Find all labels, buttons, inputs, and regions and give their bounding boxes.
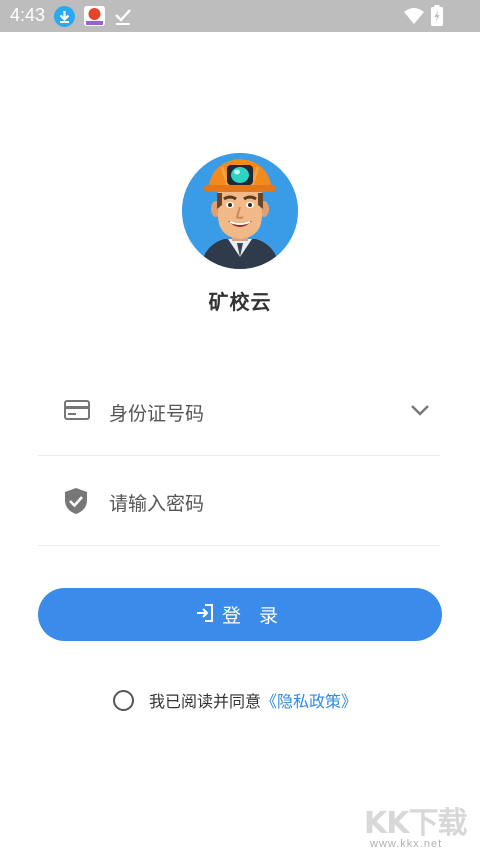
watermark-logo: KK下载 [364, 806, 467, 841]
password-field[interactable]: 请输入密码 [38, 456, 440, 546]
watermark: KK下载 www.kkx.net [360, 796, 478, 854]
app-logo [182, 153, 298, 269]
agreement-radio[interactable] [113, 689, 134, 711]
privacy-policy-link[interactable]: 《隐私政策》 [261, 688, 357, 712]
status-time: 4:43 [10, 5, 46, 25]
battery-charging-icon [431, 5, 443, 30]
id-number-field[interactable]: 身份证号码 [38, 366, 440, 456]
password-placeholder: 请输入密码 [109, 493, 205, 515]
id-card-icon [64, 400, 90, 424]
wifi-icon [404, 7, 424, 29]
status-bar: 4:43 [0, 0, 480, 32]
agreement-text: 我已阅读并同意 [149, 692, 262, 711]
privacy-agreement: 我已阅读并同意 《隐私政策》 [113, 688, 357, 712]
chevron-down-icon[interactable] [410, 402, 430, 421]
app-name: 矿校云 [208, 290, 272, 314]
app-notification-icon [84, 6, 105, 26]
login-icon [196, 603, 214, 626]
login-button[interactable]: 登 录 [38, 588, 442, 641]
watermark-url: www.kkx.net [370, 838, 443, 850]
shield-check-icon [64, 488, 88, 519]
download-icon [54, 6, 75, 27]
checkmark-icon [114, 6, 132, 30]
login-label: 登 录 [221, 605, 285, 627]
id-number-placeholder: 身份证号码 [109, 403, 205, 425]
